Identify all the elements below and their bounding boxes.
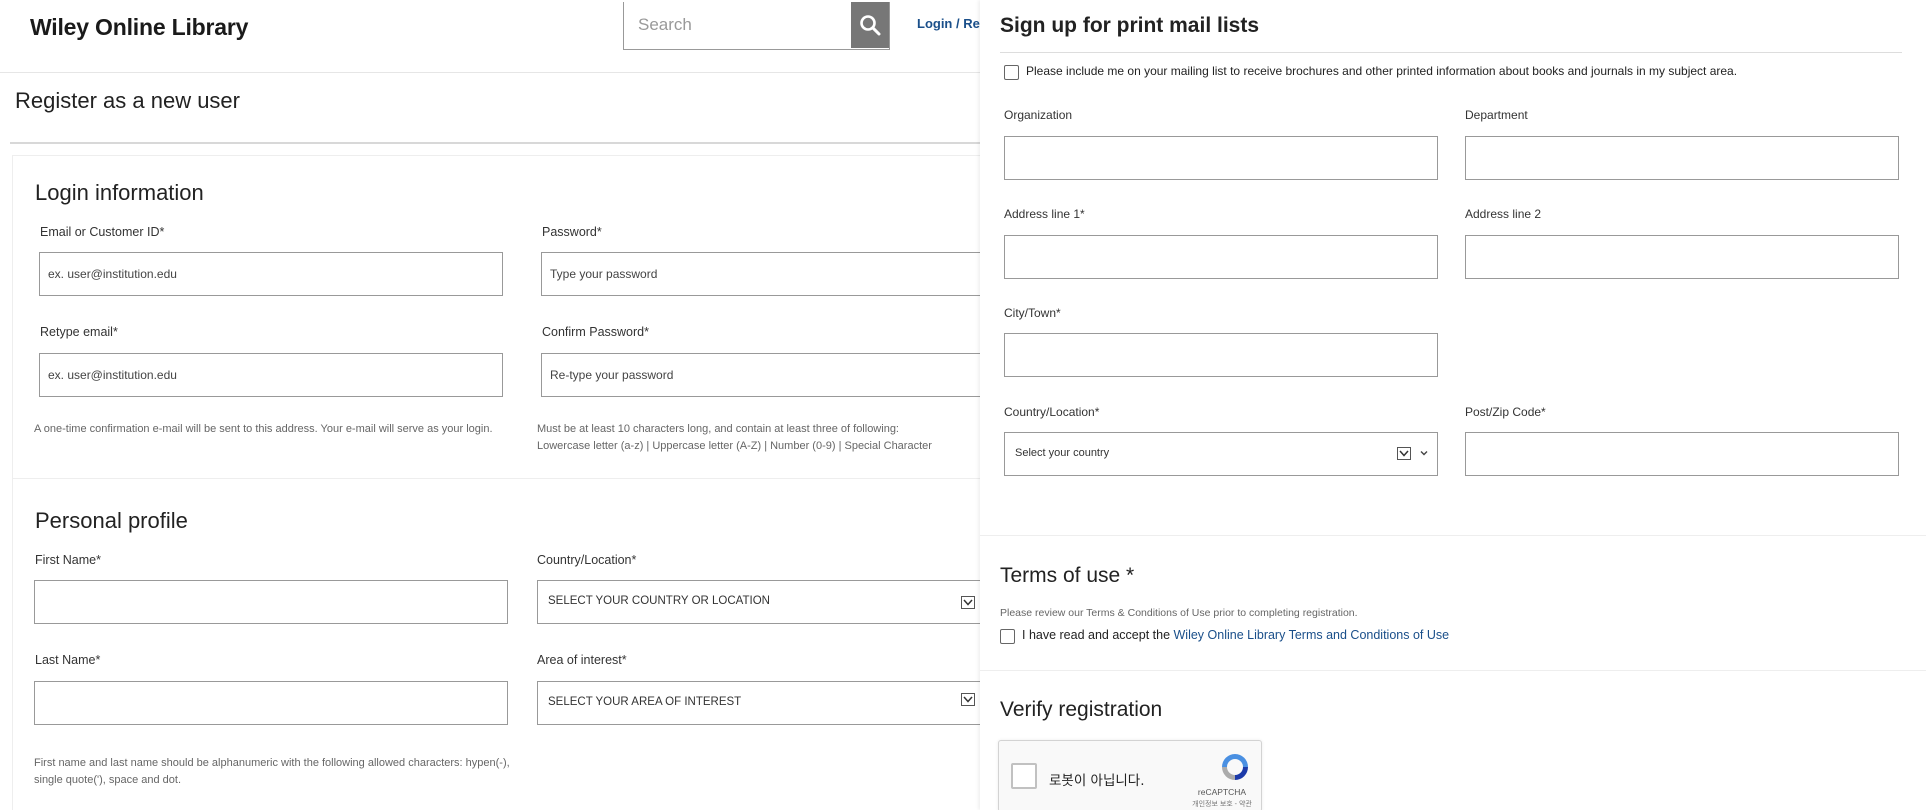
terms-accept-label: I have read and accept the Wiley Online … <box>1022 628 1449 642</box>
city-input[interactable] <box>1005 334 1437 376</box>
password-input[interactable] <box>542 253 980 295</box>
postcode-field <box>1465 432 1899 476</box>
retype-email-field <box>39 353 503 397</box>
department-label: Department <box>1465 108 1528 122</box>
terms-accept-prefix: I have read and accept the <box>1022 628 1174 642</box>
registration-pane-right: Sign up for print mail lists Please incl… <box>980 0 1926 810</box>
print-mail-divider <box>1000 52 1902 53</box>
address-line1-field <box>1004 235 1438 279</box>
email-label: Email or Customer ID* <box>40 225 165 239</box>
login-info-heading: Login information <box>35 180 204 205</box>
password-label: Password* <box>542 225 602 239</box>
chevron-down-icon <box>961 596 975 609</box>
name-help-text: First name and last name should be alpha… <box>34 757 510 786</box>
area-of-interest-value: SELECT YOUR AREA OF INTEREST <box>548 696 742 708</box>
first-name-field <box>34 580 508 624</box>
organization-input[interactable] <box>1005 137 1437 179</box>
section-divider <box>980 535 1926 536</box>
chevron-down-icon <box>961 693 975 706</box>
title-divider <box>10 142 980 144</box>
recaptcha-checkbox[interactable] <box>1011 763 1037 789</box>
mail-country-label: Country/Location* <box>1004 405 1100 419</box>
mailing-list-label: Please include me on your mailing list t… <box>1026 64 1738 78</box>
area-of-interest-label: Area of interest* <box>537 653 627 667</box>
login-register-link[interactable]: Login / Re <box>917 16 980 31</box>
search-input[interactable] <box>624 2 852 48</box>
email-input[interactable] <box>40 253 502 295</box>
section-divider <box>980 670 1926 671</box>
country-location-select[interactable]: SELECT YOUR COUNTRY OR LOCATION <box>537 580 980 624</box>
password-help-line1: Must be at least 10 characters long, and… <box>537 423 899 435</box>
recaptcha-brand: reCAPTCHA <box>1197 787 1247 797</box>
password-field <box>541 252 980 296</box>
confirm-password-label: Confirm Password* <box>542 325 649 339</box>
header-divider <box>0 72 980 73</box>
search-box <box>623 2 890 50</box>
mail-country-select[interactable]: Select your country <box>1004 432 1438 476</box>
caret-down-icon <box>1419 445 1429 463</box>
address-line2-input[interactable] <box>1466 236 1898 278</box>
postcode-label: Post/Zip Code* <box>1465 405 1546 419</box>
registration-pane-left: Wiley Online Library Login / Re Register… <box>0 0 980 810</box>
first-name-input[interactable] <box>35 581 507 623</box>
first-name-label: First Name* <box>35 553 101 567</box>
email-help-text: A one-time confirmation e-mail will be s… <box>34 423 493 435</box>
retype-email-input[interactable] <box>40 354 502 396</box>
terms-accept-checkbox[interactable] <box>1000 629 1015 644</box>
postcode-input[interactable] <box>1466 433 1898 475</box>
password-help-line2: Lowercase letter (a-z) | Uppercase lette… <box>537 440 932 452</box>
print-mail-heading: Sign up for print mail lists <box>1000 14 1260 37</box>
last-name-field <box>34 681 508 725</box>
department-input[interactable] <box>1466 137 1898 179</box>
address-line2-label: Address line 2 <box>1465 207 1542 221</box>
email-field <box>39 252 503 296</box>
recaptcha-widget: 로봇이 아닙니다. reCAPTCHA 개인정보 보호 - 약관 <box>998 740 1262 810</box>
chevron-down-icon <box>1397 447 1411 460</box>
verify-heading: Verify registration <box>1000 698 1163 721</box>
terms-heading: Terms of use * <box>1000 564 1135 587</box>
personal-profile-heading: Personal profile <box>35 508 188 533</box>
confirm-password-field <box>541 353 980 397</box>
section-divider <box>12 478 980 479</box>
area-of-interest-select[interactable]: SELECT YOUR AREA OF INTEREST <box>537 681 980 725</box>
last-name-label: Last Name* <box>35 653 101 667</box>
city-field <box>1004 333 1438 377</box>
address-line1-label: Address line 1* <box>1004 207 1085 221</box>
page-title: Register as a new user <box>15 88 240 113</box>
country-location-value: SELECT YOUR COUNTRY OR LOCATION <box>548 595 770 607</box>
last-name-input[interactable] <box>35 682 507 724</box>
confirm-password-input[interactable] <box>542 354 980 396</box>
recaptcha-label: 로봇이 아닙니다. <box>1049 773 1145 789</box>
terms-review-text: Please review our Terms & Conditions of … <box>1000 607 1358 619</box>
retype-email-label: Retype email* <box>40 325 118 339</box>
address-line2-field <box>1465 235 1899 279</box>
search-icon <box>860 15 881 36</box>
search-button[interactable] <box>851 2 889 48</box>
terms-link[interactable]: Wiley Online Library Terms and Condition… <box>1174 628 1450 642</box>
mailing-list-checkbox[interactable] <box>1004 65 1019 80</box>
recaptcha-links[interactable]: 개인정보 보호 - 약관 <box>1185 799 1259 809</box>
address-line1-input[interactable] <box>1005 236 1437 278</box>
recaptcha-logo-icon <box>1222 754 1248 780</box>
country-location-label: Country/Location* <box>537 553 637 567</box>
organization-field <box>1004 136 1438 180</box>
city-label: City/Town* <box>1004 306 1061 320</box>
brand-logo[interactable]: Wiley Online Library <box>30 14 248 41</box>
mail-country-value: Select your country <box>1015 447 1110 459</box>
department-field <box>1465 136 1899 180</box>
organization-label: Organization <box>1004 108 1073 122</box>
